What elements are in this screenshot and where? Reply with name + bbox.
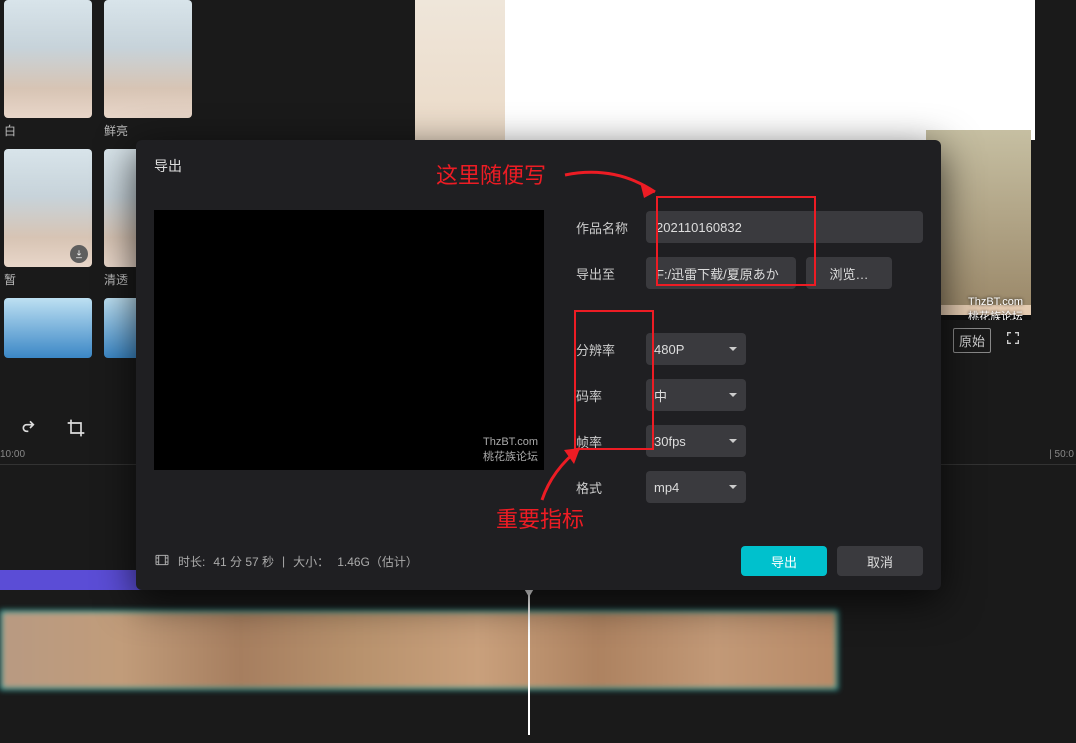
size-label: 大小： [293, 553, 329, 570]
chevron-down-icon [728, 342, 738, 357]
effect-cell[interactable]: 暂 [4, 149, 94, 288]
fullscreen-icon[interactable] [1005, 330, 1021, 351]
format-value: mp4 [654, 480, 679, 495]
fps-select[interactable]: 30fps [646, 425, 746, 457]
timeline-video-clip[interactable] [0, 610, 838, 690]
chevron-down-icon [728, 434, 738, 449]
row-format: 格式 mp4 [576, 464, 923, 510]
resolution-select[interactable]: 480P [646, 333, 746, 365]
effect-thumb [104, 0, 192, 118]
effect-label: 白 [4, 122, 94, 139]
row-bitrate: 码率 中 [576, 372, 923, 418]
row-resolution: 分辨率 480P [576, 326, 923, 372]
effect-cell[interactable]: 白 [4, 0, 94, 139]
cancel-button[interactable]: 取消 [837, 546, 923, 576]
duration-value: 41 分 57 秒 [213, 553, 274, 570]
effect-label: 暂 [4, 271, 94, 288]
browse-button[interactable]: 浏览… [806, 257, 892, 289]
bitrate-value: 中 [654, 386, 667, 405]
fps-value: 30fps [654, 434, 686, 449]
row-name: 作品名称 [576, 204, 923, 250]
format-select[interactable]: mp4 [646, 471, 746, 503]
size-value: 1.46G（估计） [337, 553, 418, 570]
name-label: 作品名称 [576, 218, 646, 237]
export-preview: ThzBT.com 桃花族论坛 [154, 210, 544, 470]
bitrate-label: 码率 [576, 386, 646, 405]
format-label: 格式 [576, 478, 646, 497]
resolution-label: 分辨率 [576, 340, 646, 359]
effect-label: 鲜亮 [104, 122, 194, 139]
path-input[interactable] [646, 257, 796, 289]
effect-thumb [4, 0, 92, 118]
export-dialog: 导出 ThzBT.com 桃花族论坛 作品名称 导出至 浏览… 分辨率 480P… [136, 140, 941, 590]
dialog-title: 导出 [154, 156, 182, 176]
chevron-down-icon [728, 480, 738, 495]
effect-thumb [4, 149, 92, 267]
crop-icon[interactable] [66, 418, 86, 443]
bitrate-select[interactable]: 中 [646, 379, 746, 411]
meta-sep: | [282, 554, 285, 568]
export-form: 作品名称 导出至 浏览… 分辨率 480P 码率 中 帧率 30fp [576, 204, 923, 510]
row-path: 导出至 浏览… [576, 250, 923, 296]
timeline-playhead[interactable] [528, 595, 530, 735]
export-button[interactable]: 导出 [741, 546, 827, 576]
download-icon[interactable] [70, 245, 88, 263]
film-icon [154, 552, 170, 571]
name-input[interactable] [646, 211, 923, 243]
ruler-tick: | 50:0 [1049, 449, 1074, 460]
duration-label: 时长: [178, 553, 205, 570]
rotate-icon[interactable] [20, 418, 40, 443]
ruler-tick: 10:00 [0, 449, 25, 460]
timeline-toolbar [0, 410, 135, 450]
effect-cell[interactable]: 鲜亮 [104, 0, 194, 139]
resolution-value: 480P [654, 342, 684, 357]
export-meta: 时长: 41 分 57 秒 | 大小： 1.46G（估计） [154, 552, 418, 571]
export-preview-watermark: ThzBT.com 桃花族论坛 [483, 436, 538, 464]
original-size-button[interactable]: 原始 [953, 328, 991, 353]
chevron-down-icon [728, 388, 738, 403]
path-label: 导出至 [576, 264, 646, 283]
effect-thumb [4, 298, 92, 358]
effect-cell[interactable] [4, 298, 94, 358]
dialog-footer: 时长: 41 分 57 秒 | 大小： 1.46G（估计） 导出 取消 [154, 546, 923, 576]
row-fps: 帧率 30fps [576, 418, 923, 464]
fps-label: 帧率 [576, 432, 646, 451]
